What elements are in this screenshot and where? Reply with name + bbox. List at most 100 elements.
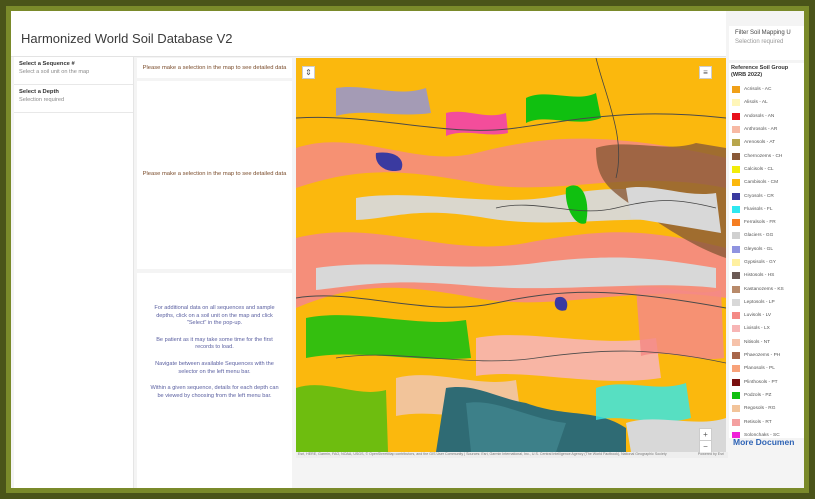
instructions-panel: For additional data on all sequences and… xyxy=(137,273,292,488)
legend-label: Phaeozems - PH xyxy=(744,353,781,359)
legend-label: Cambisols - CM xyxy=(744,180,779,186)
legend-swatch xyxy=(732,405,740,413)
sequence-selector[interactable]: Select a Sequence # Select a soil unit o… xyxy=(14,57,133,85)
legend-item: Arenosols - AT xyxy=(729,136,804,149)
legend-swatch xyxy=(732,245,740,253)
legend-item: Kastanozems - KS xyxy=(729,282,804,295)
legend-label: Plinthosols - PT xyxy=(744,379,778,385)
soil-map[interactable]: ⇕ ≡ + − xyxy=(296,58,726,452)
legend-label: Kastanozems - KS xyxy=(744,286,784,292)
legend-item: Fluvisols - FL xyxy=(729,203,804,216)
legend-item: Cryosols - CR xyxy=(729,189,804,202)
legend-item: Lixisols - LX xyxy=(729,322,804,335)
legend-label: Leptosols - LP xyxy=(744,299,775,305)
legend-swatch xyxy=(732,139,740,147)
filter-label: Filter Soil Mapping U xyxy=(735,30,791,36)
legend-item: Nitisols - NT xyxy=(729,336,804,349)
legend-label: Glaciers - GG xyxy=(744,233,774,239)
legend-label: Alisols - AL xyxy=(744,100,768,106)
legend-item: Gypsisols - GY xyxy=(729,256,804,269)
legend-label: Nitisols - NT xyxy=(744,339,771,345)
legend-swatch xyxy=(732,312,740,320)
detail-header-panel: Please make a selection in the map to se… xyxy=(137,58,292,78)
legend-item: Ferralsols - FR xyxy=(729,216,804,229)
legend-swatch xyxy=(732,272,740,280)
legend-label: Calcisols - CL xyxy=(744,166,774,172)
instruction-paragraph: Within a given sequence, details for eac… xyxy=(150,385,279,399)
map-expand-button[interactable]: ⇕ xyxy=(302,66,315,79)
legend-swatch xyxy=(732,338,740,346)
legend-label: Anthrosols - AR xyxy=(744,127,778,133)
legend-swatch xyxy=(732,418,740,426)
legend-label: Gypsisols - GY xyxy=(744,260,776,265)
depth-selector-hint: Selection required xyxy=(19,97,65,103)
instruction-paragraph: Be patient as it may take some time for … xyxy=(156,336,273,351)
legend-item: Retisols - RT xyxy=(729,415,804,428)
legend-swatch xyxy=(732,378,740,386)
filter-sublabel: Selection required xyxy=(735,39,784,45)
legend-item: Plinthosols - PT xyxy=(729,376,804,389)
legend-item: Andosols - AN xyxy=(729,110,804,123)
powered-by-esri[interactable]: Powered by Esri xyxy=(698,452,728,456)
app-header: Harmonized World Soil Database V2 xyxy=(11,11,726,57)
legend-swatch xyxy=(732,86,740,94)
sequence-selector-hint: Select a soil unit on the map xyxy=(19,69,90,75)
depth-selector-label: Select a Depth xyxy=(19,89,59,95)
legend-label: Ferralsols - FR xyxy=(744,220,776,226)
legend-swatch xyxy=(732,126,740,134)
map-layers-button[interactable]: ≡ xyxy=(699,66,712,79)
legend-item: Alisols - AL xyxy=(729,96,804,109)
legend-item: Chernozems - CH xyxy=(729,149,804,162)
page-title: Harmonized World Soil Database V2 xyxy=(21,31,233,46)
legend-item: Glaciers - GG xyxy=(729,229,804,242)
instructions-text: For additional data on all sequences and… xyxy=(137,273,292,400)
legend-item: Leptosols - LP xyxy=(729,296,804,309)
left-menu: Select a Sequence # Select a soil unit o… xyxy=(14,57,134,488)
legend-label: Chernozems - CH xyxy=(744,153,783,159)
legend-label: Lixisols - LX xyxy=(744,326,770,332)
legend-label: Arenosols - AT xyxy=(744,140,776,146)
map-attribution: Esri, HERE, Garmin, FAO, NOAA, USGS, © O… xyxy=(296,452,728,458)
legend-label: Planosols - PL xyxy=(744,366,775,372)
instruction-paragraph: Navigate between available Sequences wit… xyxy=(155,360,274,375)
legend-item: Luvisols - LV xyxy=(729,309,804,322)
legend-label: Acrisols - AC xyxy=(744,87,772,93)
selection-prompt-detail: Please make a selection in the map to se… xyxy=(142,171,287,177)
sequence-selector-label: Select a Sequence # xyxy=(19,61,75,67)
legend-swatch xyxy=(732,325,740,333)
depth-selector[interactable]: Select a Depth Selection required xyxy=(14,85,133,113)
legend-swatch xyxy=(732,165,740,173)
legend-label: Andosols - AN xyxy=(744,113,775,119)
legend-swatch xyxy=(732,259,740,266)
legend-swatch xyxy=(732,285,740,293)
legend-label: Histosols - HS xyxy=(744,273,775,279)
legend-item: Cambisols - CM xyxy=(729,176,804,189)
legend-swatch xyxy=(732,152,740,160)
legend-item: Anthrosols - AR xyxy=(729,123,804,136)
map-attribution-text: Esri, HERE, Garmin, FAO, NOAA, USGS, © O… xyxy=(298,452,667,456)
legend-swatch xyxy=(732,205,740,213)
legend-item: Regosols - RG xyxy=(729,402,804,415)
legend-swatch xyxy=(732,179,740,187)
more-documentation-link[interactable]: More Documen xyxy=(733,437,794,447)
legend-swatch xyxy=(732,352,740,360)
legend-label: Cryosols - CR xyxy=(744,193,774,199)
detail-data-panel: Please make a selection in the map to se… xyxy=(137,81,292,269)
filter-soil-mapping-unit[interactable]: Filter Soil Mapping U Selection required xyxy=(729,26,804,60)
legend-swatch xyxy=(732,298,740,306)
zoom-out-button[interactable]: − xyxy=(699,440,712,452)
instruction-paragraph: For additional data on all sequences and… xyxy=(154,305,275,327)
legend-swatch xyxy=(732,219,740,227)
app-window: Harmonized World Soil Database V2 Filter… xyxy=(11,11,804,488)
soil-map-canvas[interactable] xyxy=(296,58,726,452)
legend-label: Regosols - RG xyxy=(744,406,776,412)
legend-item: Acrisols - AC xyxy=(729,83,804,96)
legend-item: Phaeozems - PH xyxy=(729,349,804,362)
legend-swatch xyxy=(732,391,740,399)
legend-item: Gleysols - GL xyxy=(729,243,804,256)
soil-legend: Reference Soil Group (WRB 2022) Acrisols… xyxy=(729,63,804,438)
legend-label: Luvisols - LV xyxy=(744,313,772,319)
legend-swatch xyxy=(732,99,740,107)
legend-title: Reference Soil Group (WRB 2022) xyxy=(731,65,789,78)
legend-label: Retisols - RT xyxy=(744,419,772,425)
